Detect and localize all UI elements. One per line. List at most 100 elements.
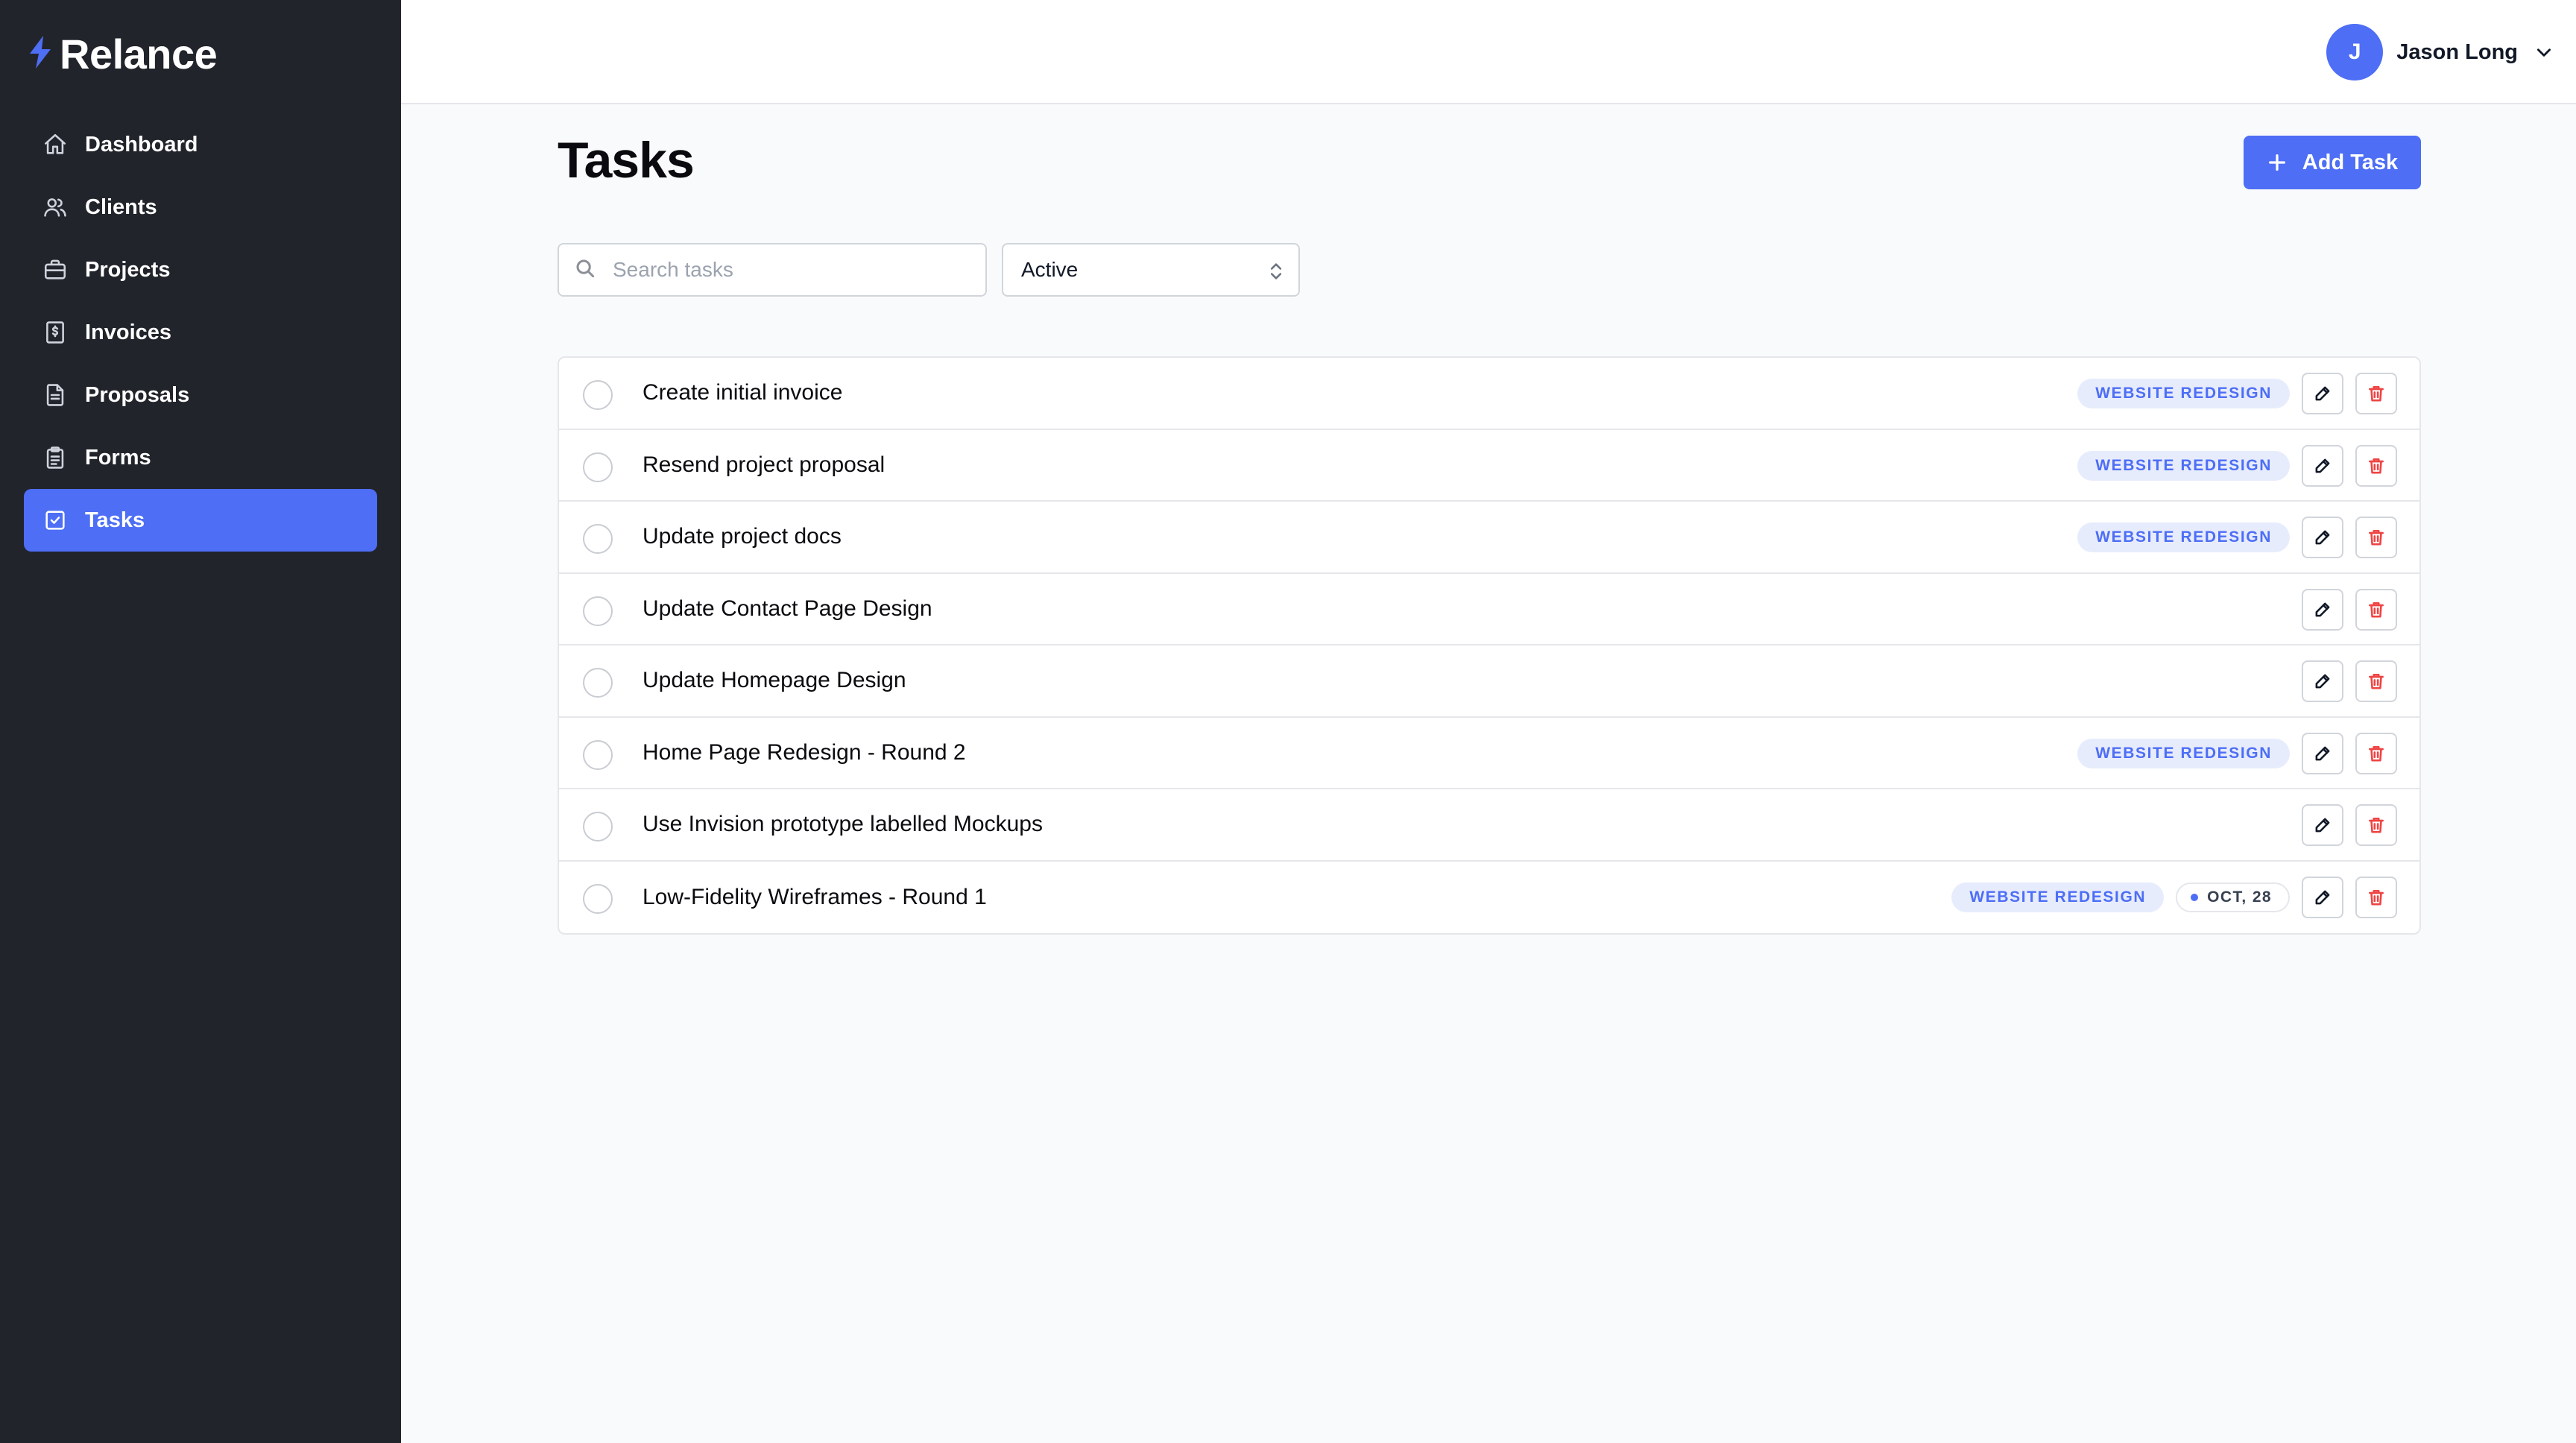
task-row: Update Contact Page Design xyxy=(559,574,2419,645)
task-row: Low-Fidelity Wireframes - Round 1 WEBSIT… xyxy=(559,862,2419,934)
task-title[interactable]: Create initial invoice xyxy=(643,380,842,405)
edit-task-button[interactable] xyxy=(2302,876,2343,918)
task-complete-checkbox[interactable] xyxy=(583,524,613,554)
briefcase-icon xyxy=(42,256,69,283)
sidebar-item-label: Forms xyxy=(85,445,151,470)
top-bar: J Jason Long xyxy=(401,0,2576,104)
task-row: Resend project proposal WEBSITE REDESIGN xyxy=(559,430,2419,502)
avatar[interactable]: J xyxy=(2326,24,2384,80)
delete-task-button[interactable] xyxy=(2355,876,2397,918)
users-icon xyxy=(42,194,69,221)
task-list: Create initial invoice WEBSITE REDESIGN … xyxy=(558,356,2421,935)
task-title[interactable]: Update project docs xyxy=(643,524,842,549)
invoice-dollar-icon xyxy=(42,319,69,346)
task-complete-checkbox[interactable] xyxy=(583,596,613,626)
task-complete-checkbox[interactable] xyxy=(583,883,613,914)
trash-icon xyxy=(2369,745,2384,762)
task-complete-checkbox[interactable] xyxy=(583,668,613,698)
pencil-icon xyxy=(2315,386,2330,401)
pencil-icon xyxy=(2315,746,2330,760)
due-date-text: OCT, 28 xyxy=(2207,888,2272,906)
task-actions xyxy=(2302,789,2397,861)
project-badge: WEBSITE REDESIGN xyxy=(2077,450,2290,481)
page-title: Tasks xyxy=(558,132,695,189)
check-square-icon xyxy=(42,507,69,534)
trash-icon xyxy=(2369,458,2384,474)
task-complete-checkbox[interactable] xyxy=(583,380,613,410)
app-name: Relance xyxy=(60,30,218,78)
user-menu[interactable]: J Jason Long xyxy=(2326,24,2554,80)
delete-task-button[interactable] xyxy=(2355,588,2397,631)
search-box[interactable] xyxy=(558,243,987,297)
task-title[interactable]: Update Contact Page Design xyxy=(643,596,932,622)
edit-task-button[interactable] xyxy=(2302,732,2343,774)
task-title[interactable]: Resend project proposal xyxy=(643,452,885,478)
task-title[interactable]: Update Homepage Design xyxy=(643,668,906,693)
trash-icon xyxy=(2369,601,2384,618)
delete-task-button[interactable] xyxy=(2355,373,2397,414)
task-actions: WEBSITE REDESIGN xyxy=(2077,358,2397,429)
task-actions xyxy=(2302,574,2397,645)
status-filter-select[interactable]: Active xyxy=(1002,243,1300,297)
pencil-icon xyxy=(2315,530,2330,545)
sidebar-item-invoices[interactable]: Invoices xyxy=(24,301,377,364)
search-input[interactable] xyxy=(613,258,970,282)
sidebar-item-label: Tasks xyxy=(85,508,145,532)
sidebar-item-projects[interactable]: Projects xyxy=(24,239,377,301)
pencil-icon xyxy=(2315,458,2330,473)
pencil-icon xyxy=(2315,818,2330,833)
delete-task-button[interactable] xyxy=(2355,732,2397,774)
task-title[interactable]: Use Invision prototype labelled Mockups xyxy=(643,812,1043,837)
search-icon xyxy=(574,257,596,283)
edit-task-button[interactable] xyxy=(2302,517,2343,558)
sidebar-item-proposals[interactable]: Proposals xyxy=(24,364,377,426)
project-badge: WEBSITE REDESIGN xyxy=(2077,522,2290,552)
task-actions: WEBSITE REDESIGN OCT, 28 xyxy=(1951,862,2397,933)
sidebar-nav: Dashboard Clients Projects Invoices Prop… xyxy=(24,113,377,552)
pencil-icon xyxy=(2315,674,2330,689)
bolt-logo-icon xyxy=(27,34,54,74)
delete-task-button[interactable] xyxy=(2355,660,2397,702)
plus-icon xyxy=(2268,154,2285,171)
task-row: Use Invision prototype labelled Mockups xyxy=(559,789,2419,862)
sidebar-item-forms[interactable]: Forms xyxy=(24,426,377,489)
add-task-button-label: Add Task xyxy=(2302,150,2399,174)
edit-task-button[interactable] xyxy=(2302,373,2343,414)
select-arrows-icon xyxy=(1270,263,1282,280)
sidebar-item-dashboard[interactable]: Dashboard xyxy=(24,113,377,176)
edit-task-button[interactable] xyxy=(2302,660,2343,702)
task-title[interactable]: Home Page Redesign - Round 2 xyxy=(643,740,966,765)
project-badge: WEBSITE REDESIGN xyxy=(1951,882,2165,912)
delete-task-button[interactable] xyxy=(2355,517,2397,558)
task-actions: WEBSITE REDESIGN xyxy=(2077,718,2397,789)
task-title[interactable]: Low-Fidelity Wireframes - Round 1 xyxy=(643,885,987,910)
task-row: Update project docs WEBSITE REDESIGN xyxy=(559,502,2419,574)
delete-task-button[interactable] xyxy=(2355,804,2397,846)
task-complete-checkbox[interactable] xyxy=(583,812,613,842)
task-complete-checkbox[interactable] xyxy=(583,739,613,770)
delete-task-button[interactable] xyxy=(2355,444,2397,487)
app-logo[interactable]: Relance xyxy=(27,30,218,78)
pencil-icon xyxy=(2315,602,2330,616)
sidebar: Relance Dashboard Clients Projects Invoi… xyxy=(0,0,401,1443)
task-row: Home Page Redesign - Round 2 WEBSITE RED… xyxy=(559,718,2419,789)
task-actions xyxy=(2302,645,2397,717)
edit-task-button[interactable] xyxy=(2302,444,2343,487)
home-icon xyxy=(42,131,69,158)
add-task-button[interactable]: Add Task xyxy=(2244,136,2421,189)
sidebar-item-clients[interactable]: Clients xyxy=(24,176,377,239)
trash-icon xyxy=(2369,530,2384,546)
project-badge: WEBSITE REDESIGN xyxy=(2077,738,2290,768)
trash-icon xyxy=(2369,889,2384,906)
sidebar-item-label: Clients xyxy=(85,195,157,219)
sidebar-item-tasks[interactable]: Tasks xyxy=(24,489,377,552)
user-name[interactable]: Jason Long xyxy=(2396,40,2518,65)
task-complete-checkbox[interactable] xyxy=(583,452,613,482)
trash-icon xyxy=(2369,818,2384,833)
project-badge: WEBSITE REDESIGN xyxy=(2077,379,2290,408)
task-actions: WEBSITE REDESIGN xyxy=(2077,502,2397,573)
edit-task-button[interactable] xyxy=(2302,588,2343,631)
due-date-badge: OCT, 28 xyxy=(2176,882,2290,912)
edit-task-button[interactable] xyxy=(2302,804,2343,846)
chevron-down-icon[interactable] xyxy=(2534,42,2554,62)
